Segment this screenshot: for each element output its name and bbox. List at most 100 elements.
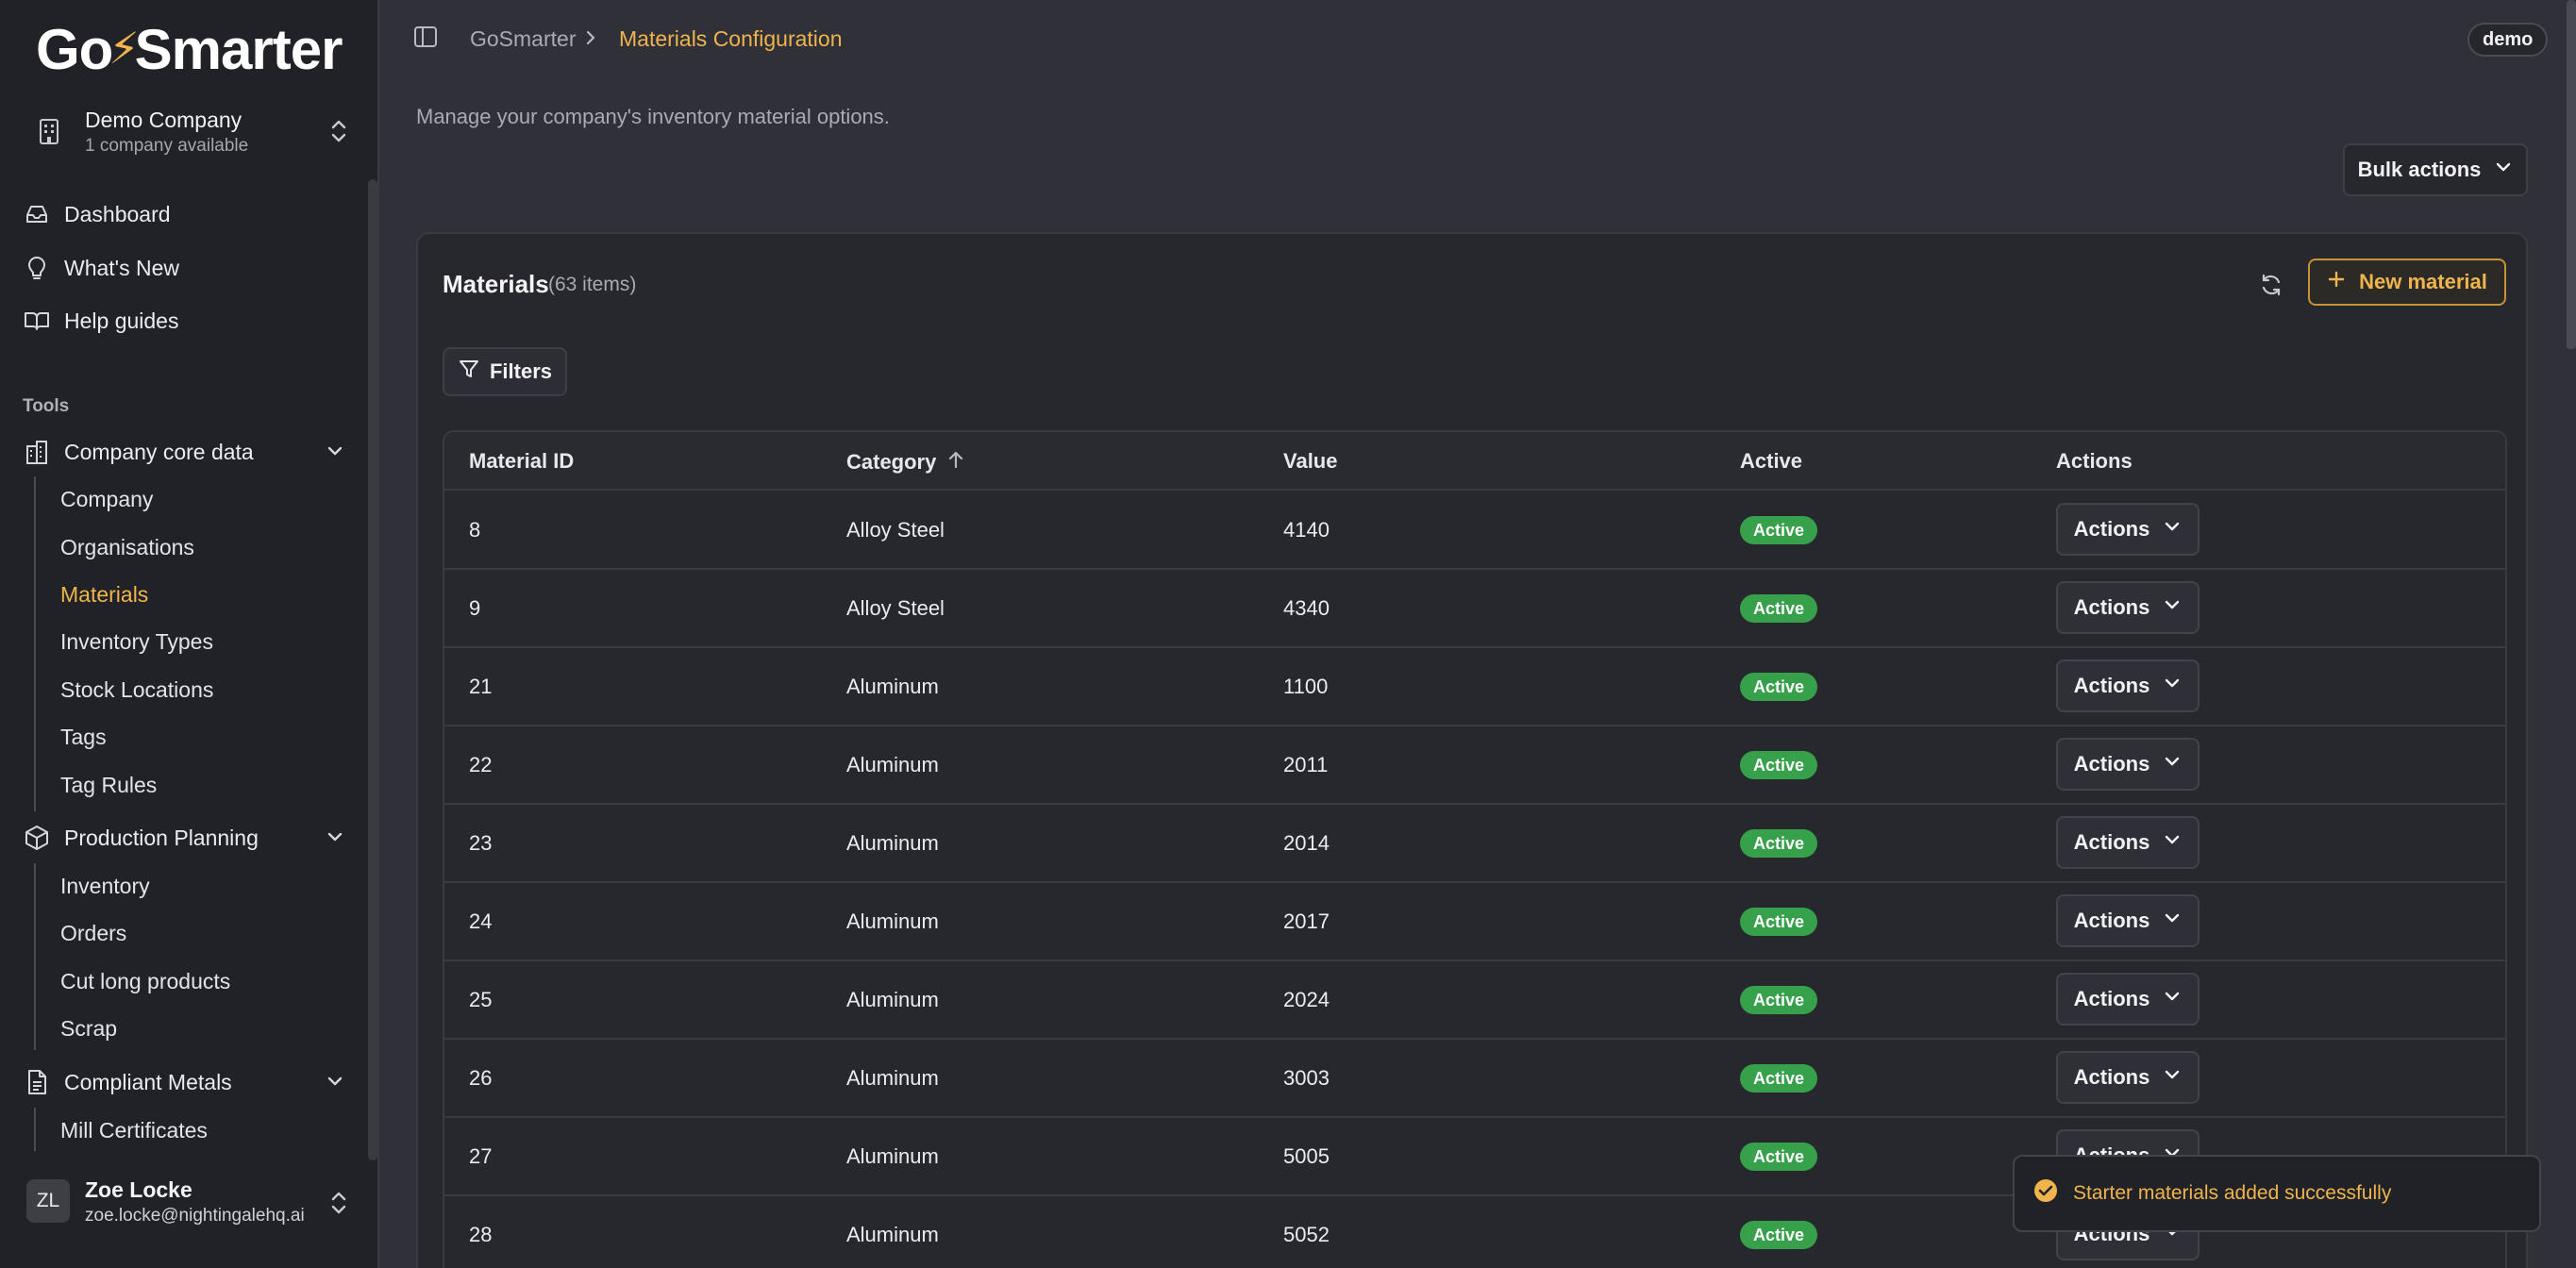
- cell-material-id: 21: [469, 675, 493, 698]
- nav-whats-new[interactable]: What's New: [19, 245, 360, 291]
- chevron-down-icon: [2494, 158, 2513, 182]
- user-name: Zoe Locke: [85, 1177, 192, 1202]
- refresh-icon[interactable]: [2258, 272, 2284, 303]
- chevron-down-icon: [2163, 909, 2182, 933]
- cell-material-id: 22: [469, 753, 493, 776]
- row-actions-label: Actions: [2073, 987, 2150, 1010]
- materials-panel: Materials (63 items) New material Filter…: [416, 232, 2528, 1268]
- row-actions-button[interactable]: Actions: [2056, 503, 2200, 556]
- cell-value: 2014: [1283, 831, 1330, 855]
- status-badge: Active: [1740, 751, 1818, 779]
- column-header-label: Material ID: [469, 449, 575, 473]
- row-actions-button[interactable]: Actions: [2056, 581, 2200, 634]
- cell-material-id: 8: [469, 518, 481, 542]
- column-header-category[interactable]: Category: [846, 449, 964, 476]
- sidebar-item-orders[interactable]: Orders: [51, 912, 353, 954]
- sidebar-item-organisations[interactable]: Organisations: [51, 526, 353, 568]
- avatar: ZL: [26, 1179, 70, 1223]
- table-row: 21 Aluminum 1100 Active Actions: [444, 648, 2505, 726]
- nav-whats-new-label: What's New: [64, 255, 179, 280]
- sidebar-item-tags[interactable]: Tags: [51, 716, 353, 758]
- cell-value: 2017: [1283, 909, 1330, 933]
- success-toast: Starter materials added successfully: [2013, 1155, 2541, 1232]
- cell-category: Alloy Steel: [846, 518, 945, 542]
- environment-badge: demo: [2467, 23, 2549, 57]
- sidebar-item-stock-locations[interactable]: Stock Locations: [51, 669, 353, 710]
- column-header-label: Actions: [2056, 449, 2133, 473]
- item-count: (63 items): [548, 274, 637, 295]
- sidebar-item-mill-certificates[interactable]: Mill Certificates: [51, 1110, 353, 1151]
- sidebar-item-scrap[interactable]: Scrap: [51, 1008, 353, 1049]
- sort-arrow-up-icon: [947, 449, 964, 476]
- panel-title: Materials: [443, 270, 549, 298]
- group-production-planning[interactable]: Production Planning: [19, 815, 360, 860]
- building-icon: [23, 438, 51, 466]
- bulk-actions-button[interactable]: Bulk actions: [2343, 143, 2528, 196]
- row-actions-label: Actions: [2073, 1065, 2150, 1089]
- cell-material-id: 24: [469, 909, 493, 933]
- cell-category: Aluminum: [846, 988, 939, 1011]
- row-actions-button[interactable]: Actions: [2056, 738, 2200, 791]
- column-header-material-id[interactable]: Material ID: [469, 449, 574, 474]
- page-scrollbar[interactable]: [2567, 0, 2576, 349]
- status-badge: Active: [1740, 908, 1818, 936]
- group-company-core-data-label: Company core data: [64, 439, 254, 464]
- gosmarter-logo[interactable]: Go⚡Smarter: [36, 17, 343, 82]
- status-badge: Active: [1740, 829, 1818, 858]
- page-description: Manage your company's inventory material…: [416, 105, 890, 128]
- cell-category: Aluminum: [846, 1223, 939, 1246]
- cell-material-id: 9: [469, 596, 481, 620]
- row-actions-button[interactable]: Actions: [2056, 816, 2200, 869]
- column-header-value[interactable]: Value: [1283, 449, 1337, 474]
- table-row: 9 Alloy Steel 4340 Active Actions: [444, 570, 2505, 648]
- row-actions-button[interactable]: Actions: [2056, 894, 2200, 947]
- breadcrumb-root[interactable]: GoSmarter: [470, 26, 576, 52]
- cell-category: Aluminum: [846, 675, 939, 698]
- sidebar-scrollbar[interactable]: [368, 179, 377, 1160]
- company-switcher[interactable]: Demo Company 1 company available: [19, 98, 360, 164]
- column-header-active[interactable]: Active: [1740, 449, 1802, 474]
- cell-material-id: 27: [469, 1144, 493, 1168]
- sidebar-item-inventory[interactable]: Inventory: [51, 865, 353, 907]
- user-menu[interactable]: ZL Zoe Locke zoe.locke@nightingalehq.ai: [19, 1174, 360, 1232]
- sidebar-item-materials[interactable]: Materials: [51, 574, 353, 615]
- cell-category: Aluminum: [846, 909, 939, 933]
- tools-section-label: Tools: [23, 396, 70, 416]
- row-actions-label: Actions: [2073, 674, 2150, 697]
- cell-material-id: 23: [469, 831, 493, 855]
- nav-dashboard-label: Dashboard: [64, 201, 171, 226]
- sidebar-item-inventory-types[interactable]: Inventory Types: [51, 621, 353, 662]
- chevron-down-icon: [325, 826, 345, 853]
- filter-icon: [458, 358, 480, 386]
- sidebar-toggle-icon[interactable]: [413, 25, 438, 54]
- filters-button[interactable]: Filters: [443, 347, 567, 396]
- chevron-down-icon: [2163, 1065, 2182, 1090]
- cell-value: 5005: [1283, 1144, 1330, 1168]
- group-compliant-metals-label: Compliant Metals: [64, 1069, 232, 1094]
- logo-text-left: Go: [36, 18, 113, 81]
- group-compliant-metals[interactable]: Compliant Metals: [19, 1059, 360, 1105]
- chevron-down-icon: [325, 1071, 345, 1097]
- cell-value: 1100: [1283, 675, 1329, 698]
- cell-value: 5052: [1283, 1223, 1330, 1246]
- chevron-down-icon: [2163, 674, 2182, 698]
- column-header-label: Active: [1740, 449, 1803, 473]
- row-actions-button[interactable]: Actions: [2056, 973, 2200, 1026]
- column-header-label: Value: [1283, 449, 1338, 473]
- cell-value: 3003: [1283, 1066, 1330, 1090]
- nav-dashboard[interactable]: Dashboard: [19, 192, 360, 237]
- chevron-updown-icon: [328, 117, 349, 150]
- group-company-core-data[interactable]: Company core data: [19, 429, 360, 475]
- sidebar-item-company[interactable]: Company: [51, 478, 353, 520]
- table-header: Material ID Category Value Active Action…: [444, 432, 2505, 491]
- row-actions-button[interactable]: Actions: [2056, 1051, 2200, 1104]
- table-row: 25 Aluminum 2024 Active Actions: [444, 961, 2505, 1040]
- check-circle-icon: [2033, 1178, 2058, 1209]
- status-badge: Active: [1740, 594, 1818, 623]
- row-actions-button[interactable]: Actions: [2056, 659, 2200, 712]
- sidebar-item-tag-rules[interactable]: Tag Rules: [51, 764, 353, 806]
- new-material-button[interactable]: New material: [2308, 259, 2506, 306]
- column-header-label: Category: [846, 450, 937, 474]
- nav-help-guides[interactable]: Help guides: [19, 298, 360, 343]
- sidebar-item-cut-long-products[interactable]: Cut long products: [51, 960, 353, 1002]
